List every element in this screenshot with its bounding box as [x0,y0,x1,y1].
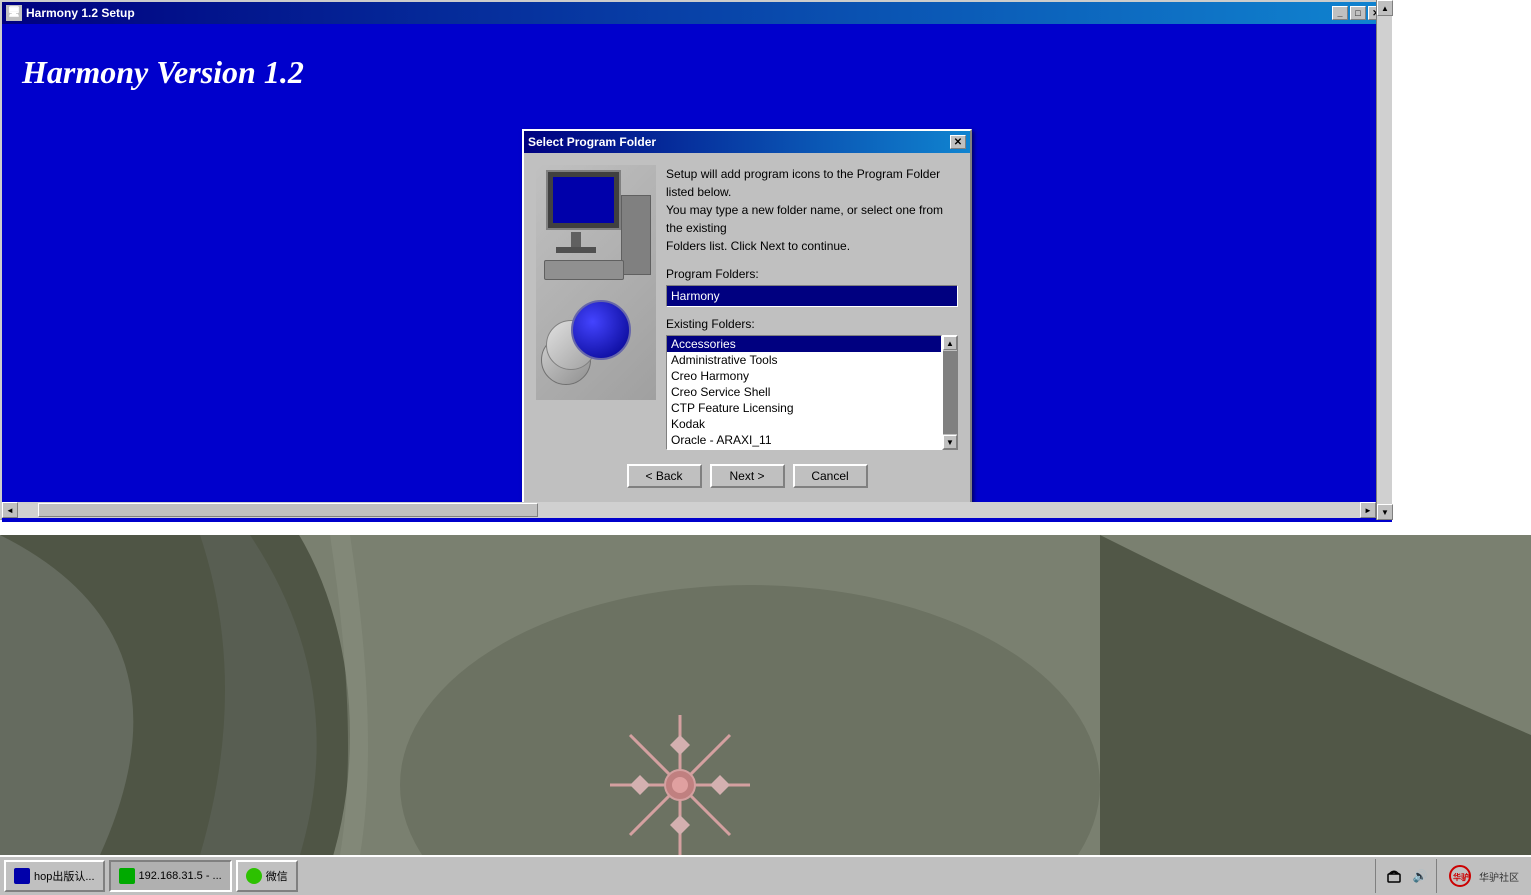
tower-graphic [621,195,651,275]
dialog-title-bar: Select Program Folder ✕ [524,131,970,153]
next-button[interactable]: Next > [710,464,785,488]
setup-window: 🖥 Harmony 1.2 Setup _ □ ✕ Harmony Versio… [0,0,1390,520]
h-scroll-track[interactable] [18,502,1360,518]
window-icon: 🖥 [6,5,22,21]
monitor-base [556,247,596,253]
desktop-area: Harmony Version 1.2 Select Program Folde… [2,24,1392,522]
tray-icon-network[interactable] [1384,866,1404,886]
app-title: Harmony Version 1.2 [22,54,304,91]
dialog-content: Setup will add program icons to the Prog… [536,165,958,450]
folder-item-creoharmony[interactable]: Creo Harmony [667,368,941,384]
taskbar-item-1[interactable]: 192.168.31.5 - ... [109,860,232,892]
dialog-title: Select Program Folder [528,135,656,149]
listbox-scrollbar: ▲ ▼ [942,335,958,450]
folders-listbox-container: Accessories Administrative Tools Creo Ha… [666,335,958,450]
folder-item-ctp[interactable]: CTP Feature Licensing [667,400,941,416]
dialog-buttons: < Back Next > Cancel [536,464,958,492]
monitor-screen [553,177,614,223]
existing-folders-label: Existing Folders: [666,317,958,331]
taskbar-label-1: 192.168.31.5 - ... [139,870,222,882]
taskbar: hop出版认... 192.168.31.5 - ... 微信 🔊 华驴 华驴社… [0,855,1531,895]
back-button[interactable]: < Back [627,464,702,488]
main-scroll-track[interactable] [1377,16,1392,504]
maximize-button[interactable]: □ [1350,6,1366,20]
globe-graphic [571,300,631,360]
horizontal-scrollbar: ◄ ► [2,502,1376,518]
folder-item-accessories[interactable]: Accessories [667,336,941,352]
brand-icon: 华驴 [1445,864,1475,888]
brand-text: 华驴社区 [1479,869,1519,884]
folders-listbox[interactable]: Accessories Administrative Tools Creo Ha… [666,335,942,450]
taskbar-item-2[interactable]: 微信 [236,860,298,892]
svg-text:华驴: 华驴 [1453,872,1469,882]
h-scroll-right[interactable]: ► [1360,502,1376,518]
program-folder-input[interactable] [666,285,958,307]
taskbar-label-2: 微信 [266,868,288,884]
folder-item-pinergy[interactable]: Pinergy [667,448,941,450]
flower-embroidery [610,715,750,855]
tray-brand: 华驴 华驴社区 [1436,859,1527,893]
scrollbar-down-arrow[interactable]: ▼ [943,435,957,449]
window-title: Harmony 1.2 Setup [26,6,1332,20]
select-folder-dialog: Select Program Folder ✕ [522,129,972,506]
main-scrollbar: ▲ ▼ [1376,0,1392,520]
folder-item-kodak[interactable]: Kodak [667,416,941,432]
tray-icon-volume[interactable]: 🔊 [1410,866,1430,886]
taskbar-label-0: hop出版认... [34,868,95,884]
keyboard-graphic [544,260,624,280]
scrollbar-up-arrow[interactable]: ▲ [943,336,957,350]
taskbar-item-0[interactable]: hop出版认... [4,860,105,892]
wallpaper-fabric-svg [0,535,1531,855]
main-scroll-down[interactable]: ▼ [1377,504,1393,520]
setup-title-bar: 🖥 Harmony 1.2 Setup _ □ ✕ [2,2,1388,24]
folder-item-oracle[interactable]: Oracle - ARAXI_11 [667,432,941,448]
monitor-graphic [546,170,621,230]
taskbar-tray: 🔊 华驴 华驴社区 [1375,859,1527,893]
minimize-button[interactable]: _ [1332,6,1348,20]
taskbar-icon-1 [119,868,135,884]
taskbar-icon-2 [246,868,262,884]
main-scroll-up[interactable]: ▲ [1377,0,1393,16]
folder-item-creoservice[interactable]: Creo Service Shell [667,384,941,400]
program-folders-label: Program Folders: [666,267,958,281]
wallpaper-area [0,535,1531,855]
folder-item-admintools[interactable]: Administrative Tools [667,352,941,368]
h-scroll-left[interactable]: ◄ [2,502,18,518]
dialog-right-content: Setup will add program icons to the Prog… [666,165,958,450]
h-scroll-thumb[interactable] [38,503,538,517]
cd-area [541,290,651,370]
scrollbar-thumb[interactable] [943,351,957,434]
dialog-body: Setup will add program icons to the Prog… [524,153,970,504]
taskbar-icon-0 [14,868,30,884]
computer-illustration [536,165,656,400]
cancel-button[interactable]: Cancel [793,464,868,488]
dialog-description: Setup will add program icons to the Prog… [666,165,958,255]
monitor-stand [571,232,581,247]
dialog-close-button[interactable]: ✕ [950,135,966,149]
